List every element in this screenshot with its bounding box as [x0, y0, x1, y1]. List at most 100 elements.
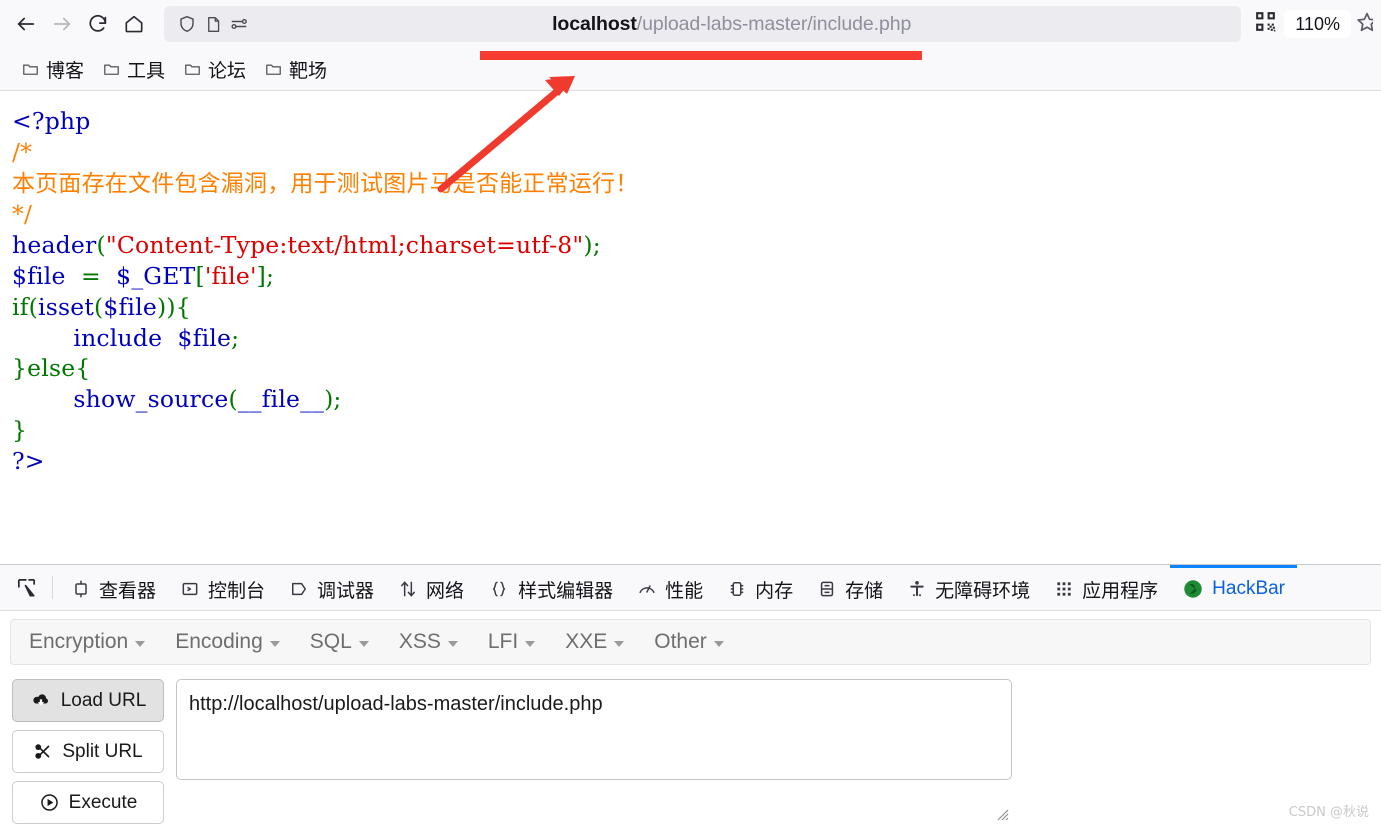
- bookmark-label: 靶场: [289, 60, 328, 82]
- code-show-source-fn: show_source: [73, 385, 229, 414]
- application-icon: [1057, 582, 1071, 596]
- devtools-tab-storage[interactable]: 存储: [805, 565, 895, 610]
- browser-window: localhost/upload-labs-master/include.php…: [0, 0, 1381, 828]
- url-input[interactable]: http://localhost/upload-labs-master/incl…: [176, 679, 1012, 780]
- devtools-tab-application[interactable]: 应用程序: [1042, 565, 1170, 610]
- devtools-tab-label: 无障碍环境: [935, 580, 1031, 602]
- code-include-kw: include: [73, 323, 163, 352]
- accessibility-icon: [910, 581, 924, 597]
- chevron-down-icon: [135, 640, 146, 647]
- tracking-protection-icon[interactable]: [226, 10, 252, 38]
- bookmark-item-2[interactable]: 论坛: [176, 53, 253, 86]
- hackbar-menu-xxe[interactable]: XXE: [565, 630, 625, 654]
- star-icon[interactable]: [1355, 10, 1373, 39]
- code-comment-text: 本页面存在文件包含漏洞，用于测试图片马是否能正常运行！: [12, 170, 639, 197]
- cloud-download-icon: [33, 694, 48, 706]
- hackbar-menu-encoding[interactable]: Encoding: [175, 630, 280, 654]
- devtools-tab-debugger[interactable]: 调试器: [277, 565, 386, 610]
- devtools-tab-accessibility[interactable]: 无障碍环境: [895, 565, 1042, 610]
- chevron-down-icon: [358, 640, 369, 647]
- qr-code-icon[interactable]: [1253, 9, 1278, 39]
- forward-arrow-icon: [53, 17, 71, 31]
- button-label: Split URL: [62, 740, 143, 762]
- folder-icon: [23, 63, 38, 75]
- code-comment-close: */: [12, 200, 33, 229]
- devtools-tab-label: 调试器: [317, 580, 375, 602]
- url-text[interactable]: localhost/upload-labs-master/include.php: [252, 13, 1231, 36]
- hackbar-menu-other[interactable]: Other: [654, 630, 724, 654]
- hackbar-icon: [1184, 580, 1202, 598]
- devtools-tab-memory[interactable]: 内存: [715, 565, 805, 610]
- hackbar-menu-encryption[interactable]: Encryption: [29, 630, 146, 654]
- hackbar-menu-lfi[interactable]: LFI: [488, 630, 536, 654]
- hackbar-body: Load URL Split URL Execute http://localh…: [0, 665, 1381, 824]
- split-url-button[interactable]: Split URL: [12, 730, 164, 773]
- folder-icon: [104, 63, 119, 75]
- address-bar[interactable]: localhost/upload-labs-master/include.php: [164, 6, 1242, 42]
- execute-button[interactable]: Execute: [12, 781, 164, 824]
- back-arrow-icon: [17, 17, 35, 31]
- scissors-icon: [35, 744, 50, 759]
- devtools-tab-hackbar[interactable]: HackBar: [1170, 565, 1298, 610]
- resize-handle-icon[interactable]: [993, 805, 1009, 821]
- page-icon[interactable]: [200, 10, 226, 38]
- inspector-icon: [75, 580, 87, 598]
- forward-button[interactable]: [44, 6, 80, 42]
- devtools-panel: 查看器 控制台 调试器 网络 样式编辑器 性能 内存 存储 无障碍环境 应用程序…: [0, 564, 1381, 828]
- menu-label: Encryption: [29, 630, 129, 653]
- browser-toolbar: localhost/upload-labs-master/include.php…: [0, 0, 1381, 48]
- debugger-icon: [292, 582, 307, 596]
- hackbar-menu-sql[interactable]: SQL: [310, 630, 369, 654]
- devtools-tab-network[interactable]: 网络: [386, 565, 476, 610]
- menu-label: SQL: [309, 630, 352, 653]
- devtools-tab-label: 内存: [755, 580, 794, 602]
- chevron-down-icon: [525, 640, 536, 647]
- devtools-tab-label: 控制台: [208, 580, 266, 602]
- devtools-tab-label: 样式编辑器: [518, 580, 614, 602]
- devtools-tab-label: HackBar: [1212, 578, 1286, 599]
- home-button[interactable]: [116, 6, 152, 42]
- chevron-down-icon: [614, 640, 625, 647]
- devtools-tab-console[interactable]: 控制台: [168, 565, 277, 610]
- devtools-tab-style-editor[interactable]: 样式编辑器: [476, 565, 625, 610]
- bookmark-item-3[interactable]: 靶场: [257, 53, 334, 86]
- devtools-tab-label: 存储: [845, 580, 884, 602]
- reload-icon: [89, 14, 107, 32]
- code-if-kw: if: [12, 292, 29, 321]
- hackbar-button-column: Load URL Split URL Execute: [12, 679, 164, 824]
- back-button[interactable]: [8, 6, 44, 42]
- play-circle-icon: [40, 794, 58, 811]
- folder-icon: [185, 63, 200, 75]
- url-host: localhost: [552, 12, 637, 35]
- code-get-key: 'file': [204, 261, 257, 290]
- bookmark-item-0[interactable]: 博客: [14, 53, 91, 86]
- storage-icon: [820, 581, 834, 597]
- load-url-button[interactable]: Load URL: [12, 679, 164, 722]
- annotation-underline: [480, 51, 922, 60]
- devtools-tab-inspector[interactable]: 查看器: [59, 565, 168, 610]
- hackbar-menu-xss[interactable]: XSS: [399, 630, 458, 654]
- code-var-file: $file: [12, 261, 66, 290]
- menu-label: Other: [654, 630, 707, 653]
- code-isset-fn: isset: [38, 292, 94, 321]
- code-close-tag: ?>: [12, 446, 45, 475]
- devtools-tabbar: 查看器 控制台 调试器 网络 样式编辑器 性能 内存 存储 无障碍环境 应用程序…: [0, 565, 1381, 611]
- shield-icon[interactable]: [174, 10, 200, 38]
- network-icon: [401, 581, 416, 597]
- folder-icon: [266, 63, 281, 75]
- bookmark-item-1[interactable]: 工具: [95, 53, 172, 86]
- bookmark-label: 博客: [46, 60, 85, 82]
- reload-button[interactable]: [80, 6, 116, 42]
- devtools-tab-label: 查看器: [99, 580, 157, 602]
- hackbar-menubar: Encryption Encoding SQL XSS LFI XXE Othe…: [10, 619, 1371, 665]
- button-label: Execute: [68, 791, 138, 813]
- watermark: CSDN @秋说: [1288, 805, 1369, 820]
- zoom-level-indicator[interactable]: 110%: [1284, 10, 1351, 38]
- menu-label: XSS: [398, 630, 441, 653]
- devtools-tab-performance[interactable]: 性能: [625, 565, 715, 610]
- code-header-string: "Content-Type:text/html;charset=utf-8": [105, 231, 584, 260]
- code-comment-open: /*: [12, 137, 33, 166]
- chevron-down-icon: [269, 640, 280, 647]
- element-picker-icon[interactable]: [6, 565, 46, 610]
- bookmark-label: 工具: [127, 60, 166, 82]
